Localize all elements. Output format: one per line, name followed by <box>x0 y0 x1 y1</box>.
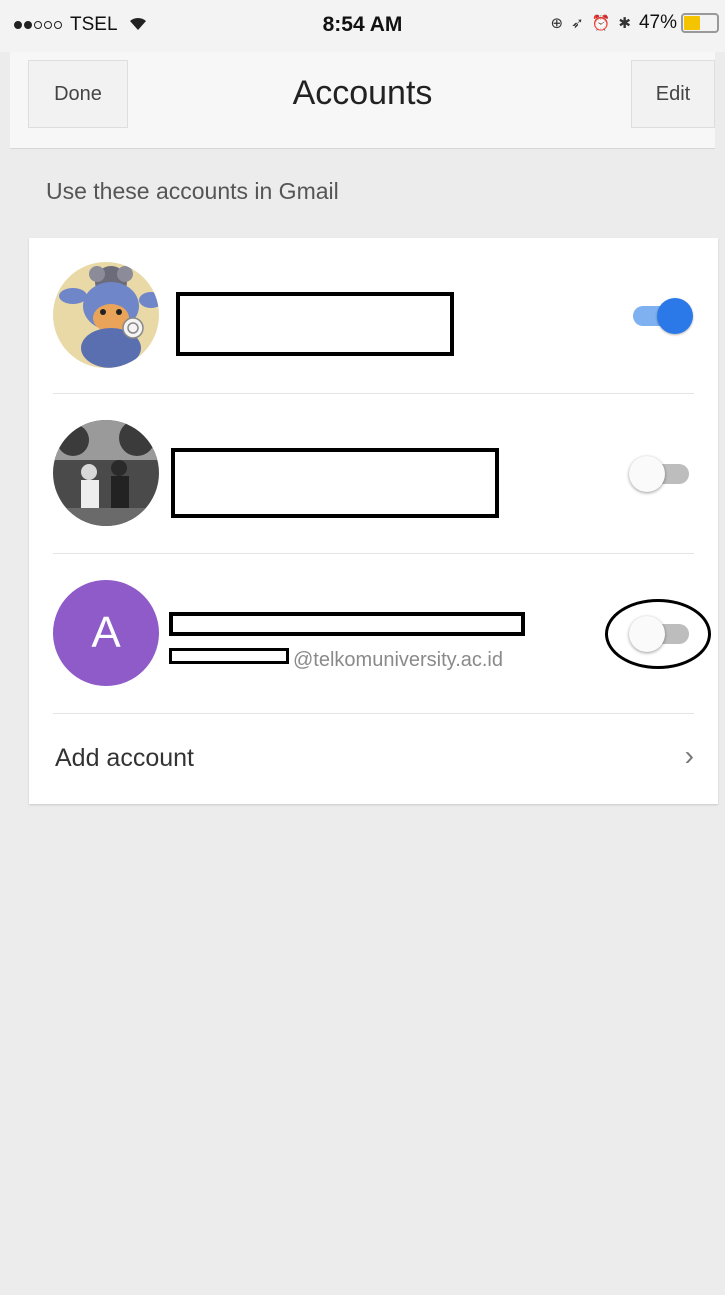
edit-button[interactable]: Edit <box>631 60 715 128</box>
add-account-label: Add account <box>55 744 194 772</box>
bluetooth-icon: ✱ <box>618 15 631 32</box>
account-row[interactable] <box>29 238 718 394</box>
section-header: Use these accounts in Gmail <box>46 178 339 204</box>
account-row[interactable] <box>29 394 718 554</box>
alarm-icon: ⏰ <box>591 15 611 32</box>
avatar <box>53 262 159 368</box>
redacted-name <box>169 612 525 636</box>
annotation-circle <box>605 599 711 669</box>
redacted-name <box>176 292 454 356</box>
accounts-card: A @telkomuniversity.ac.id Add account › <box>29 238 718 804</box>
redacted-name <box>171 448 499 518</box>
battery-icon <box>681 13 719 33</box>
status-bar: TSEL 8:54 AM ⊕ ➶ ⏰ ✱ 47% <box>0 0 725 52</box>
account-toggle[interactable] <box>629 296 693 336</box>
account-toggle[interactable] <box>629 454 693 494</box>
letter-avatar: A <box>53 580 159 686</box>
navigation-bar: Done Accounts Edit <box>10 52 715 149</box>
lock-rotation-icon: ⊕ <box>550 15 564 32</box>
chevron-right-icon: › <box>684 740 694 771</box>
account-row[interactable]: A @telkomuniversity.ac.id <box>29 554 718 714</box>
battery-percent: 47% <box>638 12 677 33</box>
page-title: Accounts <box>292 74 433 112</box>
avatar <box>53 420 159 526</box>
location-icon: ➶ <box>571 15 584 32</box>
redacted-email-user <box>169 648 289 664</box>
status-right: ⊕ ➶ ⏰ ✱ 47% <box>551 12 719 34</box>
add-account-row[interactable]: Add account › <box>29 714 718 804</box>
account-email: @telkomuniversity.ac.id <box>293 649 503 671</box>
